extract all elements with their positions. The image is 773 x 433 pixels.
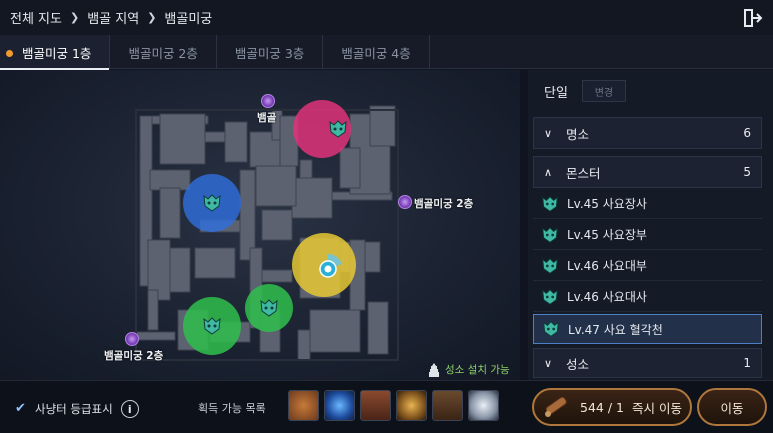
tab-floor-4[interactable]: 뱀골미궁 4층 bbox=[323, 35, 430, 69]
white-crystal-icon[interactable] bbox=[468, 390, 499, 421]
monster-item-selected[interactable]: Lv.47 사요 혈각천 bbox=[533, 314, 762, 344]
hunter-grade-label: 사냥터 등급표시 bbox=[35, 402, 113, 416]
monster-mask-icon[interactable] bbox=[202, 317, 222, 335]
exit-icon[interactable] bbox=[741, 7, 763, 29]
monster-mask-icon bbox=[542, 195, 558, 212]
category-landmarks[interactable]: ∨ 명소 6 bbox=[533, 117, 762, 149]
category-count: 1 bbox=[743, 356, 751, 370]
sanctuary-available: 성소 설치 가능 bbox=[428, 362, 510, 377]
chevron-down-icon: ∨ bbox=[544, 126, 553, 140]
mode-label: 단일 bbox=[544, 85, 568, 101]
info-icon[interactable]: i bbox=[120, 400, 139, 418]
instant-teleport-button[interactable]: 544 / 1 즉시 이동 bbox=[532, 388, 692, 426]
move-button[interactable]: 이동 bbox=[697, 388, 767, 426]
monster-item[interactable]: Lv.45 사요장부 bbox=[533, 220, 762, 250]
blue-orb-icon[interactable] bbox=[324, 390, 355, 421]
monster-mask-icon[interactable] bbox=[328, 120, 348, 138]
tab-floor-3[interactable]: 뱀골미궁 3층 bbox=[217, 35, 324, 69]
shrine-icon bbox=[429, 362, 439, 377]
category-count: 6 bbox=[743, 126, 751, 140]
monster-item[interactable]: Lv.45 사요장사 bbox=[533, 189, 762, 219]
chest-icon[interactable] bbox=[432, 390, 463, 421]
category-monsters[interactable]: ∧ 몬스터 5 bbox=[533, 156, 762, 188]
monster-mask-icon bbox=[542, 288, 558, 305]
chevron-down-icon: ∨ bbox=[544, 356, 553, 370]
portal-label-right: 뱀골미궁 2층 bbox=[414, 198, 474, 210]
chevron-right-icon: ❯ bbox=[69, 11, 80, 24]
monster-mask-icon bbox=[542, 257, 558, 274]
checkmark-icon[interactable]: ✔ bbox=[15, 402, 29, 416]
breadcrumb: 전체 지도 ❯ 뱀골 지역 ❯ 뱀골미궁 bbox=[10, 8, 212, 27]
active-dot-icon bbox=[6, 50, 13, 57]
chevron-right-icon: ❯ bbox=[147, 11, 157, 24]
portal-icon[interactable] bbox=[261, 94, 275, 108]
monster-label: Lv.46 사요대부 bbox=[567, 259, 647, 273]
sanctuary-label: 성소 설치 가능 bbox=[445, 364, 510, 376]
category-label: 몬스터 bbox=[566, 165, 601, 181]
loot-list-label: 획득 가능 목록 bbox=[198, 402, 266, 415]
category-label: 명소 bbox=[566, 126, 590, 142]
monster-mask-icon[interactable] bbox=[202, 194, 222, 212]
hunter-grade-toggle[interactable]: ✔ 사냥터 등급표시 i bbox=[15, 400, 139, 418]
category-shrines[interactable]: ∨ 성소 1 bbox=[533, 348, 762, 378]
change-button[interactable]: 변경 bbox=[581, 80, 626, 102]
tab-label: 뱀골미궁 1층 bbox=[22, 45, 92, 61]
monster-mask-icon bbox=[542, 226, 558, 243]
tab-floor-1[interactable]: 뱀골미궁 1층 bbox=[0, 35, 111, 70]
tab-floor-2[interactable]: 뱀골미궁 2층 bbox=[110, 35, 217, 69]
breadcrumb-region[interactable]: 뱀골 지역 bbox=[87, 8, 139, 27]
coin-icon[interactable] bbox=[288, 390, 319, 421]
category-count: 5 bbox=[743, 165, 751, 179]
monster-item[interactable]: Lv.46 사요대사 bbox=[533, 282, 762, 312]
teleport-label: 즉시 이동 bbox=[631, 400, 682, 416]
monster-label: Lv.45 사요장사 bbox=[567, 197, 647, 211]
portal-icon[interactable] bbox=[125, 332, 139, 346]
armor-icon[interactable] bbox=[360, 390, 391, 421]
player-marker-icon bbox=[319, 254, 342, 278]
portal-label-top: 뱀골 bbox=[257, 112, 277, 124]
portal-label-left: 뱀골미궁 2층 bbox=[104, 350, 164, 362]
tab-label: 뱀골미궁 3층 bbox=[234, 45, 305, 61]
breadcrumb-world-map[interactable]: 전체 지도 bbox=[10, 8, 62, 27]
dungeon-map[interactable]: 뱀골 뱀골미궁 2층 뱀골미궁 2층 bbox=[0, 70, 520, 380]
floor-tabs: 뱀골미궁 1층 뱀골미궁 2층 뱀골미궁 3층 뱀골미궁 4층 bbox=[0, 35, 773, 70]
monster-label: Lv.47 사요 혈각천 bbox=[568, 322, 663, 337]
monster-mask-icon[interactable] bbox=[259, 299, 279, 317]
teleport-count: 544 / 1 bbox=[580, 399, 624, 415]
top-bar: 전체 지도 ❯ 뱀골 지역 ❯ 뱀골미궁 bbox=[0, 0, 773, 35]
gold-ring-icon[interactable] bbox=[396, 390, 427, 421]
monster-label: Lv.45 사요장부 bbox=[567, 228, 647, 242]
side-panel: 단일 변경 ∨ 명소 6 ∧ 몬스터 5 Lv.45 사요장사 Lv.45 사요… bbox=[528, 70, 773, 380]
monster-mask-icon bbox=[543, 321, 559, 337]
tab-label: 뱀골미궁 4층 bbox=[341, 45, 411, 61]
bottom-bar: ✔ 사냥터 등급표시 i 획득 가능 목록 544 / 1 즉시 이동 이동 bbox=[0, 380, 773, 433]
category-label: 성소 bbox=[566, 356, 590, 372]
breadcrumb-current: 뱀골미궁 bbox=[164, 12, 213, 27]
tab-label: 뱀골미궁 2층 bbox=[128, 45, 198, 61]
panel-header: 단일 변경 bbox=[528, 70, 773, 112]
portal-icon[interactable] bbox=[398, 195, 412, 209]
monster-item[interactable]: Lv.46 사요대부 bbox=[533, 251, 762, 281]
monster-label: Lv.46 사요대사 bbox=[567, 290, 647, 304]
chevron-up-icon: ∧ bbox=[544, 165, 553, 179]
scroll-icon bbox=[545, 396, 567, 417]
